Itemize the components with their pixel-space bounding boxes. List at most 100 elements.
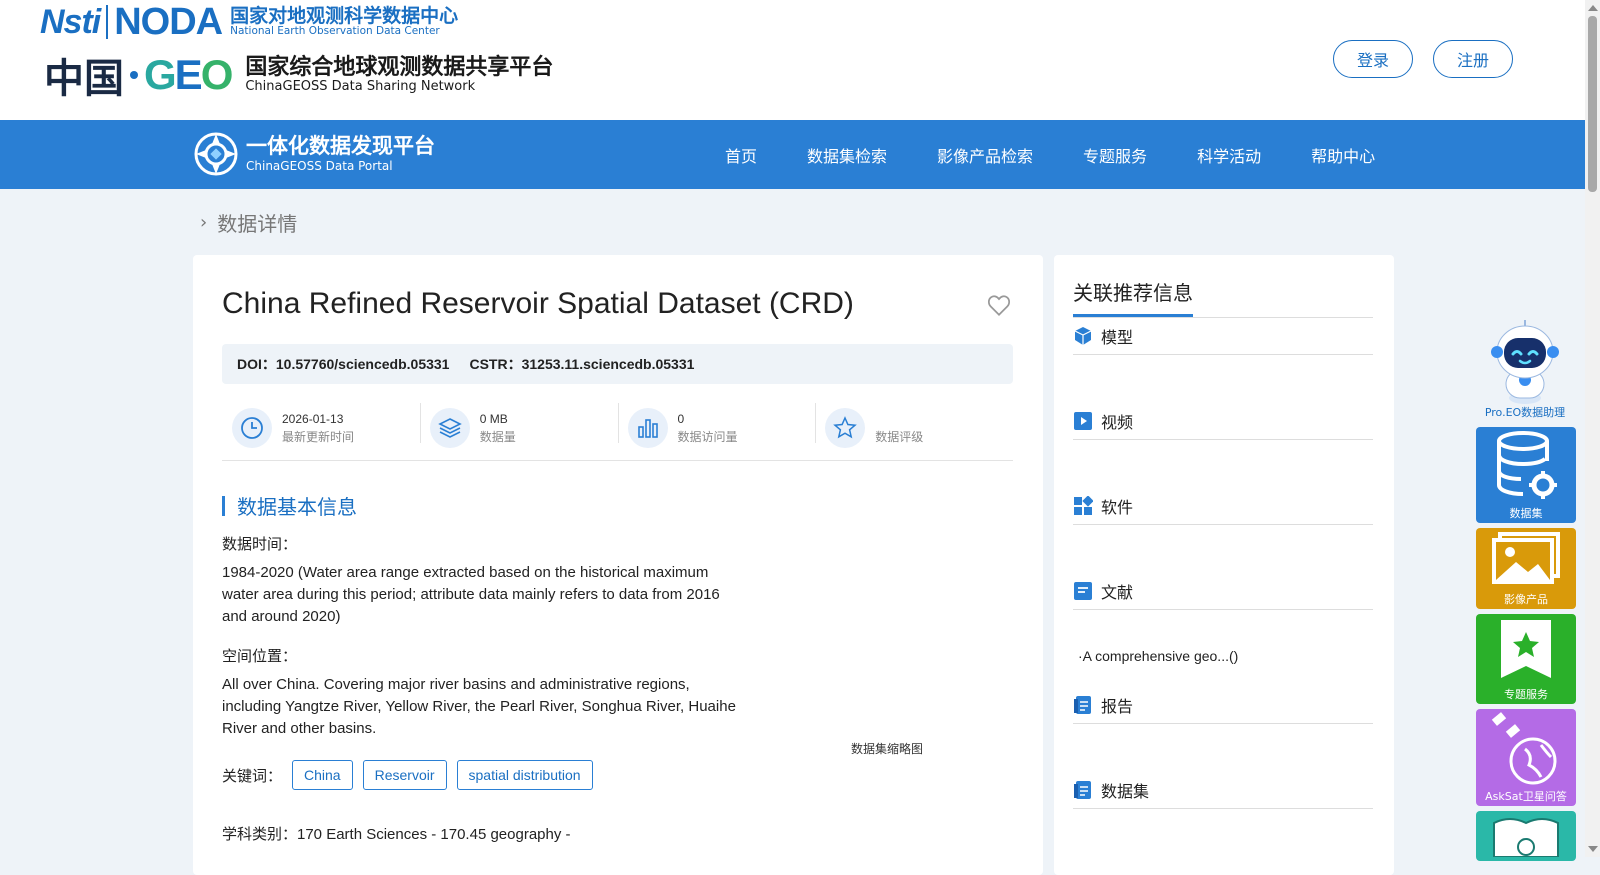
heart-icon[interactable] bbox=[986, 292, 1012, 318]
related-videos-label: 视频 bbox=[1101, 413, 1134, 432]
dataset-stats: 2026-01-13 最新更新时间 0 MB 数据量 0 数据访问量 数据评级 bbox=[222, 395, 1013, 461]
portal-logo-icon bbox=[194, 132, 238, 176]
location-label: 空间位置： bbox=[222, 647, 298, 665]
tool-image-product[interactable]: 影像产品 bbox=[1476, 528, 1576, 609]
nav-item-image-search[interactable]: 影像产品检索 bbox=[912, 143, 1058, 167]
open-book-icon bbox=[1493, 818, 1559, 857]
related-datasets-label: 数据集 bbox=[1101, 782, 1150, 801]
clock-icon bbox=[241, 416, 263, 439]
register-button[interactable]: 注册 bbox=[1433, 40, 1513, 78]
noda-en-name: National Earth Observation Data Center bbox=[230, 25, 440, 38]
robot-assistant-icon bbox=[1491, 320, 1559, 404]
breadcrumb: › 数据详情 bbox=[200, 208, 297, 237]
identifier-box: DOI： 10.57760/sciencedb.05331 CSTR： 3125… bbox=[222, 344, 1013, 384]
chinageoss-logo[interactable]: 中国 GEO 国家综合地球观测数据共享平台 ChinaGEOSS Data Sh… bbox=[44, 46, 553, 104]
related-videos[interactable]: 视频 bbox=[1073, 403, 1373, 440]
scroll-thumb[interactable] bbox=[1588, 16, 1597, 192]
related-literature[interactable]: 文献 bbox=[1073, 573, 1373, 610]
subject-category: 学科类别：170 Earth Sciences - 170.45 geograp… bbox=[222, 826, 571, 843]
tool-thematic-service-label: 专题服务 bbox=[1504, 688, 1548, 701]
nav-item-science-activities[interactable]: 科学活动 bbox=[1172, 143, 1286, 167]
stat-size-value: 0 MB bbox=[479, 411, 508, 426]
portal-cn-name: 一体化数据发现平台 bbox=[246, 134, 435, 159]
stat-visits-label: 数据访问量 bbox=[677, 429, 738, 444]
stat-updated-value: 2026-01-13 bbox=[282, 411, 344, 426]
document-icon bbox=[1074, 582, 1092, 600]
top-header: Nsti NODA 国家对地观测科学数据中心 National Earth Ob… bbox=[0, 0, 1585, 120]
related-models-label: 模型 bbox=[1101, 328, 1134, 347]
doi-label: DOI： bbox=[237, 356, 276, 372]
chevron-right-icon: › bbox=[200, 212, 208, 233]
keywords-label: 关键词： bbox=[222, 766, 283, 785]
nsti-logo-text: Nsti bbox=[40, 2, 101, 41]
thumbnail-caption: 数据集缩略图 bbox=[851, 742, 924, 756]
related-software-label: 软件 bbox=[1101, 498, 1134, 517]
dataset-detail-card: China Refined Reservoir Spatial Dataset … bbox=[193, 255, 1043, 875]
satellite-globe-icon bbox=[1491, 712, 1557, 785]
keyword-tag[interactable]: China bbox=[292, 760, 353, 790]
nav-menu: 首页 数据集检索 影像产品检索 专题服务 科学活动 帮助中心 bbox=[700, 120, 1400, 189]
nav-item-home[interactable]: 首页 bbox=[700, 143, 782, 167]
doi-value[interactable]: 10.57760/sciencedb.05331 bbox=[276, 356, 450, 372]
tool-guide[interactable] bbox=[1476, 811, 1576, 861]
tool-thematic-service[interactable]: 专题服务 bbox=[1476, 614, 1576, 704]
portal-logo[interactable]: 一体化数据发现平台 ChinaGEOSS Data Portal bbox=[192, 130, 435, 178]
geo-dot bbox=[130, 71, 138, 79]
noda-logo[interactable]: Nsti NODA 国家对地观测科学数据中心 National Earth Ob… bbox=[40, 0, 459, 43]
portal-en-name: ChinaGEOSS Data Portal bbox=[246, 159, 393, 174]
section-title: 数据基本信息 bbox=[237, 495, 357, 519]
tool-dataset-label: 数据集 bbox=[1509, 507, 1543, 520]
nav-item-dataset-search[interactable]: 数据集检索 bbox=[782, 143, 912, 167]
data-time-label: 数据时间： bbox=[222, 535, 298, 553]
geo-cn-mark: 中国 bbox=[44, 55, 124, 102]
literature-item[interactable]: ·A comprehensive geo...() bbox=[1078, 648, 1238, 664]
dataset-title: China Refined Reservoir Spatial Dataset … bbox=[222, 287, 854, 320]
cstr-value[interactable]: 31253.11.sciencedb.05331 bbox=[522, 356, 695, 372]
nav-item-help-center[interactable]: 帮助中心 bbox=[1286, 143, 1400, 167]
apps-icon bbox=[1074, 496, 1093, 515]
keyword-tag[interactable]: spatial distribution bbox=[456, 760, 593, 790]
stat-size: 0 MB 数据量 bbox=[419, 395, 618, 460]
star-icon bbox=[833, 415, 858, 438]
breadcrumb-current: 数据详情 bbox=[217, 212, 298, 236]
related-software[interactable]: 软件 bbox=[1073, 488, 1373, 525]
assistant-widget[interactable]: Pro.EO数据助理 bbox=[1480, 320, 1570, 420]
related-reports-label: 报告 bbox=[1101, 697, 1134, 716]
cstr-label: CSTR： bbox=[469, 356, 522, 372]
stat-rating-value bbox=[875, 410, 923, 428]
report-icon bbox=[1074, 696, 1091, 714]
related-datasets[interactable]: 数据集 bbox=[1073, 772, 1373, 809]
location-value: All over China. Covering major river bas… bbox=[222, 676, 736, 737]
stat-visits: 0 数据访问量 bbox=[617, 395, 816, 460]
noda-cn-name: 国家对地观测科学数据中心 bbox=[230, 4, 459, 27]
stat-visits-value: 0 bbox=[677, 411, 685, 426]
page-scrollbar[interactable] bbox=[1585, 0, 1600, 857]
main-nav: 一体化数据发现平台 ChinaGEOSS Data Portal 首页 数据集检… bbox=[0, 120, 1585, 189]
keyword-tag[interactable]: Reservoir bbox=[362, 760, 447, 790]
geo-word-mark: GEO bbox=[144, 51, 233, 98]
login-button[interactable]: 登录 bbox=[1333, 40, 1413, 78]
nav-item-thematic-services[interactable]: 专题服务 bbox=[1058, 143, 1172, 167]
tool-asksat[interactable]: AskSat卫星问答 bbox=[1476, 709, 1576, 806]
scroll-down-arrow-icon[interactable] bbox=[1588, 846, 1598, 852]
stat-rating-label: 数据评级 bbox=[875, 429, 924, 444]
tool-asksat-label: AskSat卫星问答 bbox=[1485, 790, 1567, 803]
related-reports[interactable]: 报告 bbox=[1073, 687, 1373, 724]
layers-icon bbox=[437, 417, 462, 438]
data-time-value: 1984-2020 (Water area range extracted ba… bbox=[222, 564, 720, 625]
bookmark-star-icon bbox=[1501, 620, 1551, 678]
related-literature-label: 文献 bbox=[1101, 583, 1134, 602]
stat-rating: 数据评级 bbox=[815, 395, 1013, 460]
geo-platform-cn: 国家综合地球观测数据共享平台 bbox=[245, 54, 554, 80]
noda-logo-text: NODA bbox=[114, 0, 223, 43]
related-title: 关联推荐信息 bbox=[1073, 277, 1193, 317]
play-icon bbox=[1074, 412, 1092, 430]
stat-size-label: 数据量 bbox=[479, 429, 516, 444]
bar-chart-icon bbox=[637, 418, 658, 438]
cube-icon bbox=[1074, 327, 1092, 345]
geo-platform-en: ChinaGEOSS Data Sharing Network bbox=[245, 78, 476, 94]
dataset-icon bbox=[1074, 781, 1091, 799]
related-models[interactable]: 模型 bbox=[1073, 318, 1373, 355]
scroll-up-arrow-icon[interactable] bbox=[1588, 5, 1598, 11]
tool-dataset[interactable]: 数据集 bbox=[1476, 427, 1576, 523]
